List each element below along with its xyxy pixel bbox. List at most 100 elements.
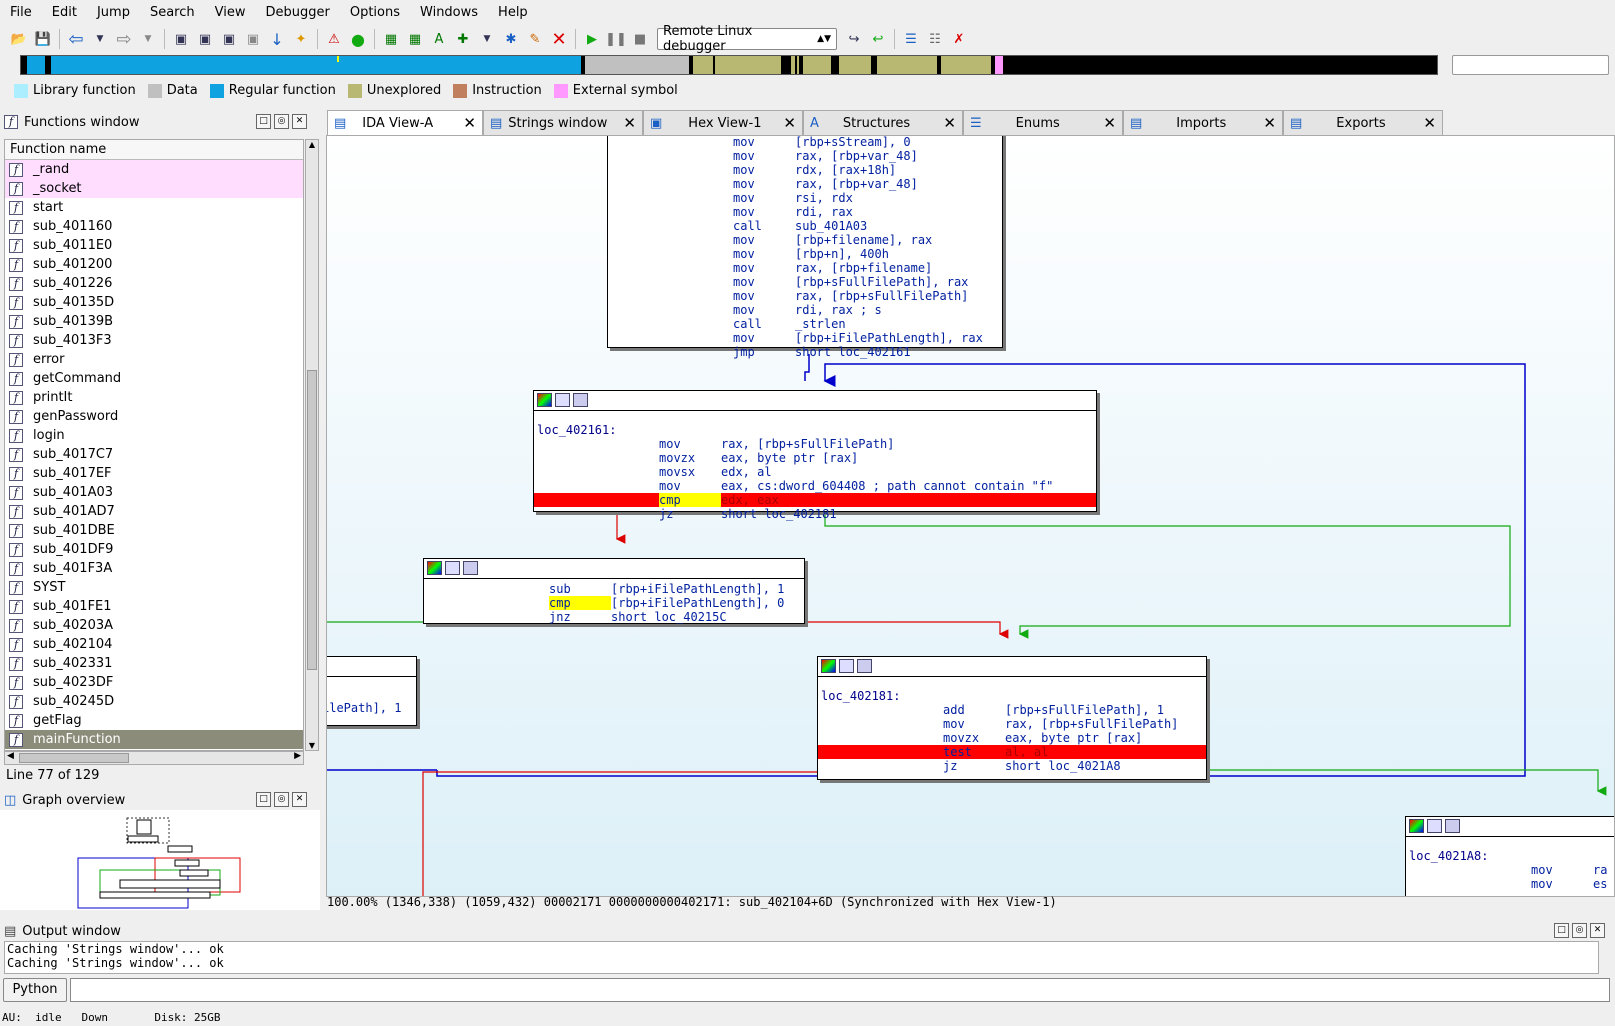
function-row[interactable]: f error xyxy=(5,350,303,369)
code-line[interactable]: mov [rbp+sFullFilePath], rax xyxy=(608,275,1002,289)
code-line[interactable]: mov [rbp+iFilePathLength], rax xyxy=(608,331,1002,345)
rename-icon[interactable] xyxy=(555,393,570,407)
vertical-scrollbar[interactable]: ▲ ▼ xyxy=(305,139,319,751)
column-header-function-name[interactable]: Function name xyxy=(5,140,303,160)
function-row[interactable]: f _socket xyxy=(5,179,303,198)
menu-windows[interactable]: Windows xyxy=(410,5,488,20)
code-line[interactable]: jz short loc_4021A8 xyxy=(818,759,1206,773)
code-line[interactable]: mov rax, [rbp+var_48] xyxy=(608,177,1002,191)
function-row[interactable]: f sub_4023DF xyxy=(5,673,303,692)
function-row[interactable]: f start xyxy=(5,198,303,217)
play-icon[interactable]: ▶ xyxy=(581,28,603,50)
maximize-icon[interactable]: □ xyxy=(256,792,271,807)
function-row[interactable]: f sub_40245D xyxy=(5,692,303,711)
graph-icon[interactable] xyxy=(857,659,872,673)
code-line[interactable]: movsx edx, al xyxy=(534,465,1096,479)
function-row[interactable]: f mainFunction xyxy=(5,730,303,749)
binoculars-next-icon[interactable]: ▣ xyxy=(242,28,264,50)
pause-icon[interactable]: ❚❚ xyxy=(605,28,627,50)
code-line[interactable]: mov rax, [rbp+sFullFilePath] xyxy=(608,289,1002,303)
rename-icon[interactable] xyxy=(1427,819,1442,833)
function-row[interactable]: f sub_40139B xyxy=(5,312,303,331)
code-line[interactable]: mov ra xyxy=(1406,863,1614,877)
close-icon[interactable]: ✕ xyxy=(623,114,636,132)
close-icon[interactable]: ✕ xyxy=(943,114,956,132)
code-block-loc-4021a8[interactable]: loc_4021A8: mov ra mov es xyxy=(1405,816,1614,896)
tab-imports[interactable]: ▤ Imports ✕ xyxy=(1123,110,1283,135)
menu-debugger[interactable]: Debugger xyxy=(255,5,339,20)
binoculars-binary-icon[interactable]: ▣ xyxy=(218,28,240,50)
data-icon[interactable]: ▦ xyxy=(404,28,426,50)
code-line[interactable]: movzx eax, byte ptr [rax] xyxy=(818,731,1206,745)
function-row[interactable]: f SYST xyxy=(5,578,303,597)
function-row[interactable]: f sub_401A03 xyxy=(5,483,303,502)
code-block-partial[interactable]: ilePath], 1 xyxy=(327,656,417,726)
close-icon[interactable]: ✕ xyxy=(292,792,307,807)
function-row[interactable]: f sub_4017EF xyxy=(5,464,303,483)
code-line[interactable]: jnz short loc_40215C xyxy=(424,610,804,624)
block-label[interactable]: loc_402161: xyxy=(534,423,1096,437)
code-line[interactable]: cmp [rbp+iFilePathLength], 0 xyxy=(424,596,804,610)
float-icon[interactable]: ◎ xyxy=(274,792,289,807)
close-icon[interactable]: ✕ xyxy=(463,114,476,132)
function-row[interactable]: f sub_401160 xyxy=(5,217,303,236)
code-line[interactable]: cmp edx, eax xyxy=(534,493,1096,507)
color-palette-icon[interactable] xyxy=(537,393,552,407)
tab-strings-window[interactable]: ▤ Strings window ✕ xyxy=(483,110,643,135)
function-row[interactable]: f sub_402331 xyxy=(5,654,303,673)
code-block[interactable]: sub [rbp+iFilePathLength], 1 cmp [rbp+iFile… xyxy=(423,558,805,624)
jump-down-icon[interactable]: ↓ xyxy=(266,28,288,50)
code-line[interactable]: mov rsi, rdx xyxy=(608,191,1002,205)
delete-icon[interactable]: ✕ xyxy=(548,28,570,50)
tab-hex-view-1[interactable]: ▣ Hex View-1 ✕ xyxy=(643,110,803,135)
function-row[interactable]: f sub_401226 xyxy=(5,274,303,293)
command-input[interactable] xyxy=(70,978,1610,1002)
close-icon[interactable]: ✕ xyxy=(1423,114,1436,132)
step-into-icon[interactable]: ↪ xyxy=(843,28,865,50)
code-line[interactable]: add [rbp+sFullFilePath], 1 xyxy=(818,703,1206,717)
menu-edit[interactable]: Edit xyxy=(42,5,87,20)
maximize-icon[interactable]: □ xyxy=(256,114,271,129)
scroll-thumb[interactable] xyxy=(19,753,129,763)
menu-view[interactable]: View xyxy=(205,5,256,20)
back-arrow-icon[interactable]: ⇦ xyxy=(65,28,87,50)
stop-icon[interactable]: ■ xyxy=(629,28,651,50)
code-line[interactable]: call _strlen xyxy=(608,317,1002,331)
function-row[interactable]: f genPassword xyxy=(5,407,303,426)
graph-icon[interactable] xyxy=(573,393,588,407)
dropdown-arrow-icon[interactable]: ▼ xyxy=(89,28,111,50)
function-row[interactable]: f sub_401DF9 xyxy=(5,540,303,559)
float-icon[interactable]: ◎ xyxy=(274,114,289,129)
code-line[interactable]: mov [rbp+sStream], 0 xyxy=(608,136,1002,149)
maximize-icon[interactable]: □ xyxy=(1554,923,1569,938)
step-over-icon[interactable]: ↩ xyxy=(867,28,889,50)
block-label[interactable]: loc_402181: xyxy=(818,689,1206,703)
function-row[interactable]: f sub_401200 xyxy=(5,255,303,274)
green-circle-icon[interactable]: ● xyxy=(347,28,369,50)
menu-help[interactable]: Help xyxy=(488,5,538,20)
close-icon[interactable]: ✕ xyxy=(292,114,307,129)
code-line[interactable]: mov rax, [rbp+sFullFilePath] xyxy=(534,437,1096,451)
code-block-loc-402161[interactable]: loc_402161: mov rax, [rbp+sFullFilePath] mo… xyxy=(533,390,1097,521)
string-icon[interactable]: A xyxy=(428,28,450,50)
menu-file[interactable]: File xyxy=(0,5,42,20)
search-highlight-icon[interactable]: ✦ xyxy=(290,28,312,50)
code-line[interactable]: mov rdx, [rax+18h] xyxy=(608,163,1002,177)
navigation-band[interactable] xyxy=(20,55,1438,75)
save-icon[interactable]: 💾 xyxy=(32,28,54,50)
add-icon[interactable]: ✚ xyxy=(452,28,474,50)
code-line[interactable]: call sub_401A03 xyxy=(608,219,1002,233)
open-icon[interactable]: 📂 xyxy=(8,28,30,50)
graph-view[interactable]: mov [rbp+sStream], 0 mov rax, [rbp+var_48] m… xyxy=(326,135,1615,897)
code-line[interactable]: jz short loc_402181 xyxy=(534,507,1096,521)
function-row[interactable]: f getCommand xyxy=(5,369,303,388)
output-log[interactable]: Caching 'Strings window'... ok Caching '… xyxy=(4,941,1599,974)
function-row[interactable]: f sub_401F3A xyxy=(5,559,303,578)
code-line[interactable]: movzx eax, byte ptr [rax] xyxy=(534,451,1096,465)
horizontal-scrollbar[interactable]: ◀ ▶ xyxy=(4,751,304,765)
close-icon[interactable]: ✕ xyxy=(1263,114,1276,132)
code-line[interactable]: test al, al xyxy=(818,745,1206,759)
code-line[interactable]: sub [rbp+iFilePathLength], 1 xyxy=(424,582,804,596)
function-icon[interactable]: ✱ xyxy=(500,28,522,50)
edit-icon[interactable]: ✎ xyxy=(524,28,546,50)
